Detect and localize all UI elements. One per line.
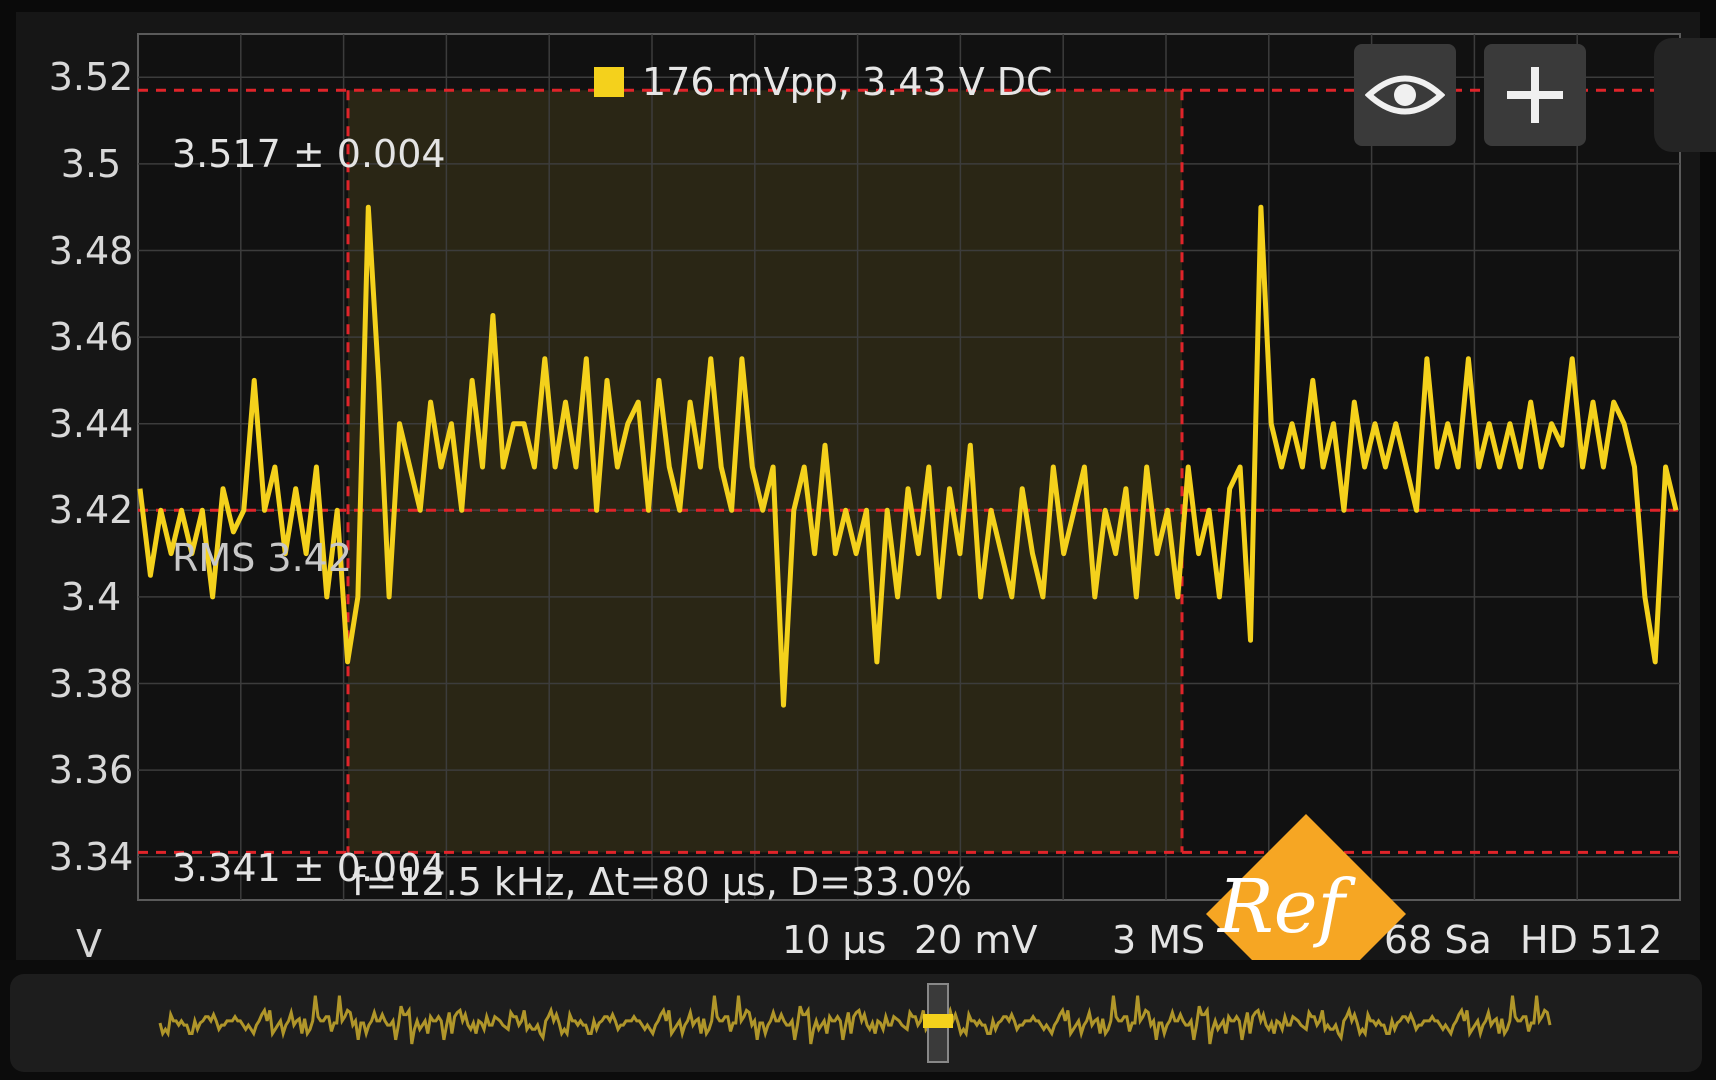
acquisition-mode-value[interactable]: HD 512 xyxy=(1520,918,1662,962)
frame-top xyxy=(0,0,1716,12)
trace-legend[interactable]: 176 mVpp, 3.43 V DC xyxy=(594,58,1053,106)
scope-display[interactable]: 3.52 3.5 3.48 3.46 3.44 3.42 3.4 3.38 3.36 3.34 V… xyxy=(16,12,1716,1014)
add-button[interactable] xyxy=(1484,44,1586,146)
y-tick-label: 3.46 xyxy=(48,315,134,360)
oscilloscope-app: 3.52 3.5 3.48 3.46 3.44 3.42 3.4 3.38 3.36 3.34 V… xyxy=(0,0,1716,1080)
y-tick-label: 3.44 xyxy=(48,401,134,446)
y-tick-label: 3.5 xyxy=(60,141,122,186)
legend-swatch xyxy=(594,67,624,97)
eye-icon xyxy=(1365,75,1445,115)
y-tick-label: 3.42 xyxy=(48,488,134,533)
overview-bar[interactable] xyxy=(0,960,1716,1080)
side-panel-handle[interactable] xyxy=(1654,38,1716,152)
upper-cursor-label: 3.517 ± 0.004 xyxy=(172,132,446,176)
visibility-button[interactable] xyxy=(1354,44,1456,146)
frame-left xyxy=(0,0,16,960)
y-tick-label: 3.36 xyxy=(48,748,134,793)
cursor-selection-region xyxy=(348,90,1182,853)
y-tick-label: 3.4 xyxy=(60,574,122,619)
overview-viewport-marker xyxy=(923,1014,953,1028)
logo-text: Ref xyxy=(1216,864,1357,950)
overview-track[interactable] xyxy=(10,974,1702,1072)
legend-text: 176 mVpp, 3.43 V DC xyxy=(642,60,1053,104)
overview-trace-line xyxy=(158,995,1552,1045)
y-tick-label: 3.34 xyxy=(48,834,134,879)
volts-per-div-value[interactable]: 20 mV xyxy=(914,918,1037,962)
rms-label: RMS 3.42 xyxy=(172,536,352,580)
timebase-value[interactable]: 10 μs xyxy=(782,918,886,962)
y-tick-label: 3.48 xyxy=(48,228,134,273)
y-tick-label: 3.52 xyxy=(48,55,134,100)
timing-measurement-label: f=12.5 kHz, Δt=80 μs, D=33.0% xyxy=(352,860,972,904)
overview-waveform xyxy=(158,983,1552,1063)
y-tick-label: 3.38 xyxy=(48,661,134,706)
sample-rate-value[interactable]: 3 MS xyxy=(1112,918,1205,962)
plus-icon xyxy=(1507,67,1563,123)
